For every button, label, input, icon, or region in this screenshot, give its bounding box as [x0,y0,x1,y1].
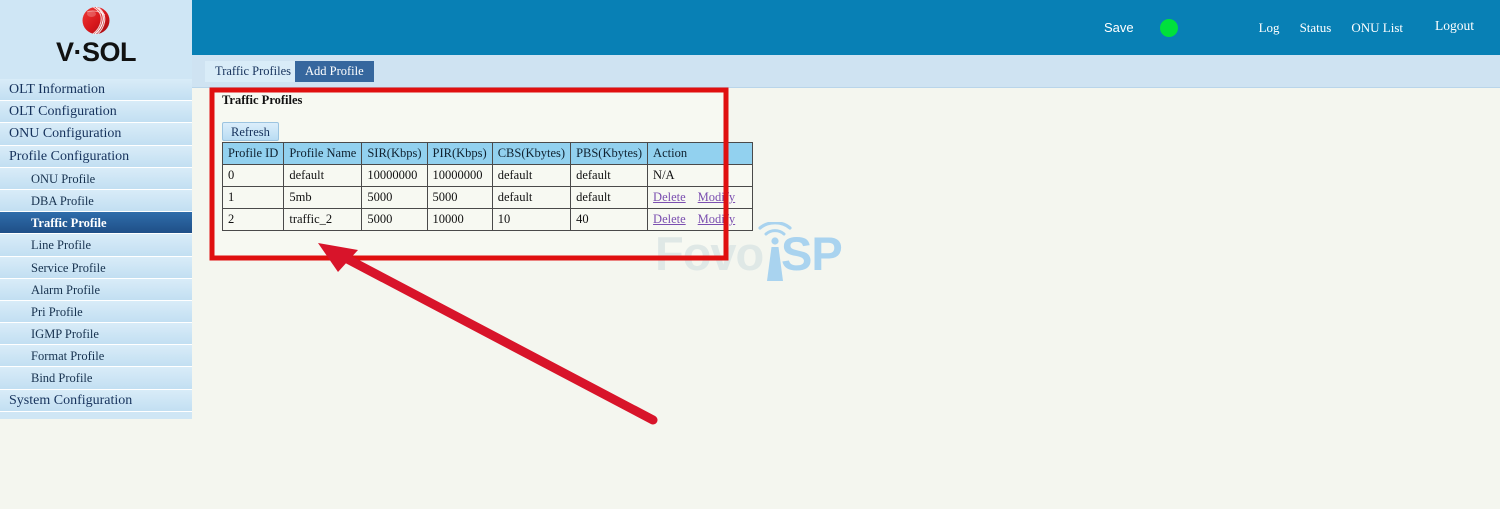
cell-cbs: 10 [491,208,572,231]
sidebar-item-bind-profile[interactable]: Bind Profile [0,367,192,390]
sidebar-item-olt-information[interactable]: OLT Information [0,79,192,102]
top-link-log[interactable]: Log [1249,20,1290,36]
sidebar-item-traffic-profile[interactable]: Traffic Profile [0,212,192,235]
logout-button[interactable]: Logout [1413,18,1488,34]
col-sir: SIR(Kbps) [361,142,428,165]
table-head: Profile ID Profile Name SIR(Kbps) PIR(Kb… [221,142,754,165]
cell-sir: 5000 [361,208,428,231]
delete-link[interactable]: Delete [653,212,686,226]
cell-sir: 10000000 [361,164,428,187]
col-profile-name: Profile Name [283,142,363,165]
col-cbs: CBS(Kbytes) [491,142,572,165]
sidebar-item-profile-configuration[interactable]: Profile Configuration [0,145,192,168]
cell-cbs: default [491,186,572,209]
cell-pbs: default [570,186,649,209]
sidebar-item-onu-profile[interactable]: ONU Profile [0,167,192,190]
sidebar-item-format-profile[interactable]: Format Profile [0,345,192,368]
sidebar-item-system-configuration[interactable]: System Configuration [0,389,192,412]
col-pir: PIR(Kbps) [426,142,493,165]
traffic-profiles-table: Profile ID Profile Name SIR(Kbps) PIR(Kb… [221,142,754,231]
sidebar-item-olt-configuration[interactable]: OLT Configuration [0,101,192,124]
sidebar-item-pri-profile[interactable]: Pri Profile [0,300,192,324]
sidebar-item-alarm-profile[interactable]: Alarm Profile [0,278,192,301]
table-body: 0 default 10000000 10000000 default default N/… [221,164,754,231]
cell-profile-name: default [283,164,363,187]
top-link-status[interactable]: Status [1290,20,1342,36]
cell-action: N/A [647,164,754,187]
antenna-tower-icon [752,221,804,289]
save-button[interactable]: Save [1104,20,1134,35]
cell-profile-name: 5mb [283,186,363,209]
table-row: 0 default 10000000 10000000 default default N/… [221,164,754,187]
vsol-globe-icon [78,2,114,38]
sidebar-item-service-profile[interactable]: Service Profile [0,256,192,279]
tab-traffic-profiles[interactable]: Traffic Profiles [205,61,302,82]
delete-link[interactable]: Delete [653,190,686,204]
cell-profile-id: 0 [221,164,285,187]
top-link-onu-list[interactable]: ONU List [1341,20,1413,36]
traffic-profiles-panel: Traffic Profiles Refresh Profile ID Prof… [210,88,754,258]
sidebar: V·SOL OLT Information OLT Configuration ON… [0,0,192,419]
sidebar-item-onu-configuration[interactable]: ONU Configuration [0,123,192,146]
top-header-bar: Save Log Status ONU List Logout [192,0,1500,55]
col-action: Action [647,142,754,165]
sidebar-item-igmp-profile[interactable]: IGMP Profile [0,323,192,346]
refresh-button[interactable]: Refresh [222,122,279,141]
cell-action: Delete Modify [647,208,754,231]
cell-pir: 10000000 [426,164,493,187]
sidebar-item-dba-profile[interactable]: DBA Profile [0,189,192,213]
watermark-text-bright: SP [781,227,843,280]
brand-name: V·SOL [55,37,137,67]
top-nav-links: Log Status ONU List Logout [1249,0,1488,55]
cell-sir: 5000 [361,186,428,209]
modify-link[interactable]: Modify [698,212,736,226]
page-title: Traffic Profiles [222,93,303,107]
red-callout-arrow [318,243,658,425]
tab-strip: Traffic Profiles Add Profile [192,55,1500,88]
cell-profile-id: 1 [221,186,285,209]
modify-link[interactable]: Modify [698,190,736,204]
cell-profile-name: traffic_2 [283,208,363,231]
cell-pir: 5000 [426,186,493,209]
cell-pbs: 40 [570,208,649,231]
cell-action: Delete Modify [647,186,754,209]
cell-cbs: default [491,164,572,187]
sidebar-item-line-profile[interactable]: Line Profile [0,234,192,257]
sidebar-nav: OLT Information OLT Configuration ONU Conf… [0,79,192,412]
cell-profile-id: 2 [221,208,285,231]
tab-add-profile[interactable]: Add Profile [295,61,374,82]
col-profile-id: Profile ID [221,142,285,165]
table-header-row: Profile ID Profile Name SIR(Kbps) PIR(Kb… [221,142,754,165]
brand-logo[interactable]: V·SOL [0,0,192,79]
table-row: 2 traffic_2 5000 10000 10 40 Delete Modify [221,208,754,231]
table-row: 1 5mb 5000 5000 default default Delete Modify [221,186,754,209]
application-root: V·SOL OLT Information OLT Configuration ON… [0,0,1500,509]
col-pbs: PBS(Kbytes) [570,142,649,165]
green-status-dot-icon [1160,19,1178,37]
cell-pir: 10000 [426,208,493,231]
cell-pbs: default [570,164,649,187]
